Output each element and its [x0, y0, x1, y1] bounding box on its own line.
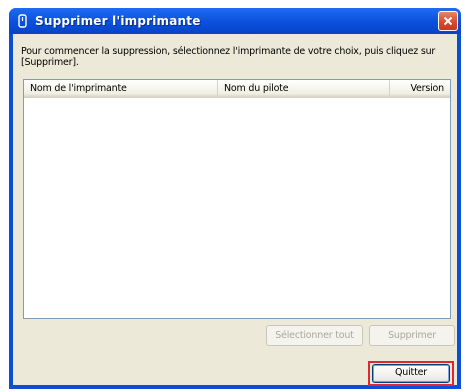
- window-title: Supprimer l'imprimante: [35, 14, 201, 28]
- close-icon: [443, 16, 453, 26]
- delete-button[interactable]: Supprimer: [369, 325, 455, 346]
- title-bar[interactable]: Supprimer l'imprimante: [9, 8, 461, 34]
- column-header-driver-name[interactable]: Nom du pilote: [218, 80, 390, 97]
- dialog-body: Pour commencer la suppression, sélection…: [13, 34, 457, 386]
- instructions-text: Pour commencer la suppression, sélection…: [21, 46, 436, 68]
- printer-list-header: Nom de l'imprimante Nom du pilote Versio…: [24, 80, 450, 98]
- delete-printer-dialog: Supprimer l'imprimante Pour commencer la…: [9, 8, 461, 389]
- column-header-printer-name[interactable]: Nom de l'imprimante: [24, 80, 218, 97]
- printer-app-icon: [16, 13, 28, 29]
- printer-list[interactable]: Nom de l'imprimante Nom du pilote Versio…: [23, 79, 451, 319]
- select-all-button[interactable]: Sélectionner tout: [266, 325, 363, 346]
- close-button[interactable]: [438, 11, 458, 31]
- quit-button[interactable]: Quitter: [372, 364, 450, 383]
- column-header-version[interactable]: Version: [390, 80, 450, 97]
